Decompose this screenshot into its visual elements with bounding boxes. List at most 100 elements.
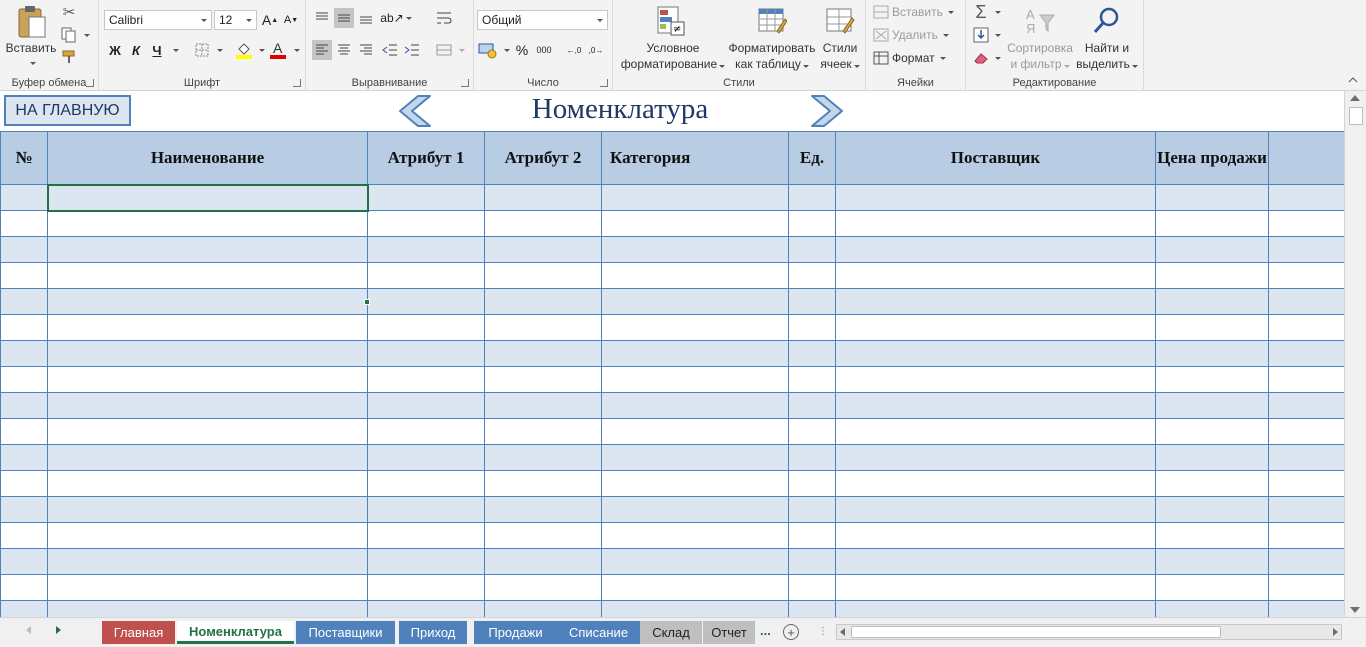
table-cell[interactable]: [1268, 288, 1344, 315]
table-cell[interactable]: [601, 366, 789, 393]
table-cell[interactable]: [1155, 600, 1269, 617]
table-cell[interactable]: [835, 392, 1156, 419]
table-cell[interactable]: [788, 600, 836, 617]
table-cell[interactable]: [788, 444, 836, 471]
table-cell[interactable]: [788, 288, 836, 315]
table-cell[interactable]: [788, 314, 836, 341]
table-cell[interactable]: [835, 314, 1156, 341]
table-cell[interactable]: [1155, 210, 1269, 237]
scroll-down-icon[interactable]: [1350, 607, 1360, 613]
table-cell[interactable]: [601, 340, 789, 367]
table-cell[interactable]: [367, 496, 485, 523]
table-cell[interactable]: [1155, 548, 1269, 575]
sheet-tab-3[interactable]: Приход: [399, 621, 467, 644]
table-cell[interactable]: [1155, 340, 1269, 367]
table-cell[interactable]: [0, 314, 48, 341]
next-sheet-arrow-icon[interactable]: [810, 94, 846, 128]
table-cell[interactable]: [47, 600, 368, 617]
table-cell[interactable]: [1268, 392, 1344, 419]
align-left-icon[interactable]: [312, 40, 332, 60]
column-header-0[interactable]: №: [0, 131, 48, 185]
table-cell[interactable]: [484, 470, 602, 497]
table-cell[interactable]: [367, 366, 485, 393]
table-cell[interactable]: [835, 548, 1156, 575]
sheet-tab-7[interactable]: Отчет: [703, 621, 755, 644]
table-cell[interactable]: [367, 444, 485, 471]
column-header-6[interactable]: Поставщик: [835, 131, 1156, 185]
merge-dropdown-icon[interactable]: [459, 49, 465, 52]
table-cell[interactable]: [0, 262, 48, 289]
table-cell[interactable]: [1268, 184, 1344, 211]
fill-icon[interactable]: [972, 26, 990, 44]
merge-center-icon[interactable]: [434, 40, 454, 60]
add-sheet-icon[interactable]: +: [783, 624, 799, 640]
table-cell[interactable]: [0, 496, 48, 523]
table-cell[interactable]: [367, 392, 485, 419]
tabs-scroll-left-icon[interactable]: [26, 626, 31, 634]
align-top-icon[interactable]: [312, 8, 332, 28]
table-cell[interactable]: [367, 600, 485, 617]
table-cell[interactable]: [367, 470, 485, 497]
table-cell[interactable]: [367, 418, 485, 445]
table-cell[interactable]: [788, 574, 836, 601]
table-cell[interactable]: [0, 600, 48, 617]
table-cell[interactable]: [788, 184, 836, 211]
table-cell[interactable]: [788, 262, 836, 289]
font-color-icon[interactable]: A: [269, 40, 287, 60]
conditional-formatting-icon[interactable]: ≠: [655, 4, 687, 38]
fill-color-icon[interactable]: [235, 40, 253, 60]
table-cell[interactable]: [367, 522, 485, 549]
orientation-icon[interactable]: ab↗: [380, 8, 403, 28]
table-cell[interactable]: [1268, 340, 1344, 367]
autosum-dropdown-icon[interactable]: [995, 11, 1001, 14]
table-cell[interactable]: [0, 184, 48, 211]
autosum-icon[interactable]: Σ: [972, 2, 990, 22]
font-launcher-icon[interactable]: [293, 79, 301, 87]
cell-styles-button[interactable]: Стили ячеек: [813, 40, 867, 72]
table-cell[interactable]: [47, 470, 368, 497]
table-cell[interactable]: [47, 210, 368, 237]
bold-button[interactable]: Ж: [105, 40, 125, 60]
decrease-decimal-icon[interactable]: ,0→: [586, 40, 606, 60]
table-cell[interactable]: [1155, 314, 1269, 341]
paste-button-label[interactable]: Вставить: [4, 40, 58, 56]
clear-dropdown-icon[interactable]: [995, 57, 1001, 60]
table-cell[interactable]: [0, 288, 48, 315]
table-cell[interactable]: [47, 444, 368, 471]
table-cell[interactable]: [835, 184, 1156, 211]
table-cell[interactable]: [601, 522, 789, 549]
borders-dropdown-icon[interactable]: [217, 49, 223, 52]
wrap-text-icon[interactable]: [434, 8, 454, 28]
table-cell[interactable]: [835, 340, 1156, 367]
table-cell[interactable]: [484, 522, 602, 549]
table-cell[interactable]: [835, 288, 1156, 315]
table-cell[interactable]: [788, 340, 836, 367]
previous-sheet-arrow-icon[interactable]: [396, 94, 432, 128]
table-cell[interactable]: [1268, 444, 1344, 471]
table-cell[interactable]: [1155, 522, 1269, 549]
find-select-icon[interactable]: [1090, 4, 1122, 38]
table-cell[interactable]: [484, 288, 602, 315]
clipboard-launcher-icon[interactable]: [86, 79, 94, 87]
orientation-dropdown-icon[interactable]: [406, 17, 412, 20]
table-cell[interactable]: [47, 262, 368, 289]
table-cell[interactable]: [1268, 236, 1344, 263]
table-cell[interactable]: [47, 574, 368, 601]
table-cell[interactable]: [47, 340, 368, 367]
table-cell[interactable]: [0, 392, 48, 419]
format-painter-icon[interactable]: [60, 48, 78, 66]
table-cell[interactable]: [484, 418, 602, 445]
decrease-indent-icon[interactable]: [380, 40, 400, 60]
number-launcher-icon[interactable]: [600, 79, 608, 87]
underline-button[interactable]: Ч: [147, 40, 167, 60]
column-header-4[interactable]: Категория: [601, 131, 789, 185]
table-cell[interactable]: [367, 548, 485, 575]
table-cell[interactable]: [788, 496, 836, 523]
table-cell[interactable]: [835, 236, 1156, 263]
vertical-scrollbar[interactable]: [1344, 91, 1366, 617]
table-cell[interactable]: [1268, 314, 1344, 341]
increase-indent-icon[interactable]: [402, 40, 422, 60]
currency-icon[interactable]: [478, 40, 498, 60]
table-cell[interactable]: [1155, 574, 1269, 601]
table-cell[interactable]: [484, 340, 602, 367]
